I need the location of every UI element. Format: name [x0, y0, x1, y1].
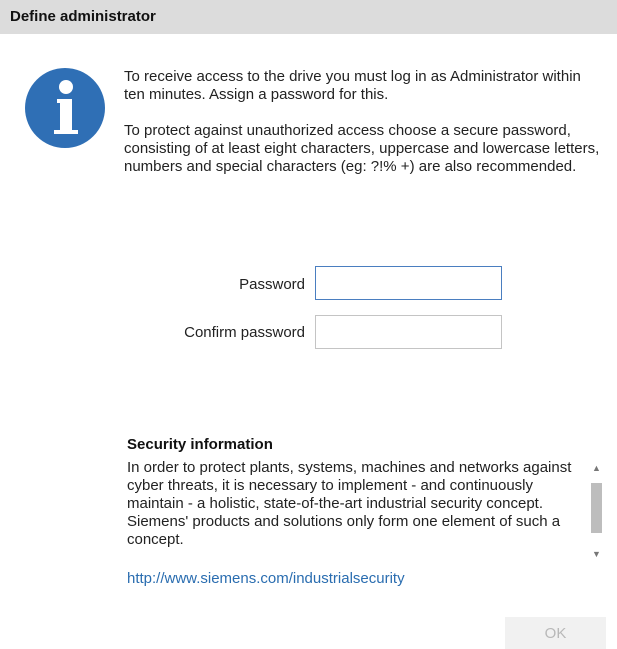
industrial-security-link[interactable]: http://www.siemens.com/industrialsecurit… — [127, 570, 405, 587]
password-label: Password — [239, 276, 305, 293]
ok-button[interactable]: OK — [505, 617, 606, 649]
info-icon — [25, 68, 105, 148]
scroll-thumb[interactable] — [591, 483, 602, 533]
info-paragraph-2: To protect against unauthorized access c… — [124, 122, 600, 175]
security-information-box: In order to protect plants, systems, mac… — [127, 459, 607, 565]
dialog-title: Define administrator — [10, 8, 156, 25]
security-information-text: In order to protect plants, systems, mac… — [127, 459, 572, 548]
confirm-password-input[interactable] — [315, 315, 502, 349]
info-paragraph-1: To receive access to the drive you must … — [124, 68, 581, 103]
security-scrollbar[interactable]: ▲ ▼ — [588, 461, 605, 561]
password-input[interactable] — [315, 266, 502, 300]
scroll-down-arrow-icon[interactable]: ▼ — [588, 547, 605, 561]
scroll-up-arrow-icon[interactable]: ▲ — [588, 461, 605, 475]
confirm-password-label: Confirm password — [184, 324, 305, 341]
dialog-titlebar: Define administrator — [0, 0, 617, 34]
security-information-title: Security information — [127, 436, 273, 453]
